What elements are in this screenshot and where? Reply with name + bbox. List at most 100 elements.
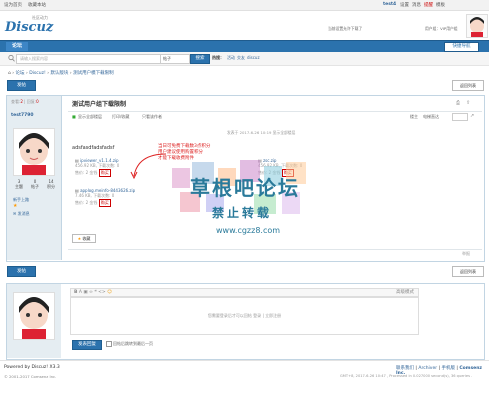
color-icon[interactable]: A bbox=[79, 290, 82, 295]
views-count: 查看:2 | 回复:0 bbox=[11, 99, 39, 104]
rank-star-icon: ★ bbox=[13, 203, 18, 209]
author-stats: 3 主题 0 帖子 14 积分 bbox=[15, 179, 55, 190]
bookmark-link[interactable]: 收藏本站 bbox=[28, 2, 46, 8]
editor-toolbar: B A ▣ ∞ ❝ <> ☺ 高级模式 bbox=[70, 288, 419, 297]
hot-search-label: 热搜： bbox=[212, 55, 224, 60]
attachment-item: ▤ applog.meinfo-8443626.zip 7.46 KB, 下载次… bbox=[75, 188, 135, 207]
attachment-price: 售价: 2 金钱 bbox=[75, 170, 98, 175]
hot-search-link-1[interactable]: 活动 bbox=[227, 55, 235, 61]
code-icon[interactable]: <> bbox=[98, 290, 106, 295]
svg-text:Discuz!: Discuz! bbox=[4, 20, 54, 35]
floor-input[interactable] bbox=[452, 113, 468, 121]
breadcrumb-section[interactable]: 默认版块 bbox=[50, 71, 68, 76]
discuz-logo[interactable]: Discuz! 社区动力 bbox=[4, 13, 59, 35]
reply-avatar bbox=[13, 292, 55, 340]
divider bbox=[68, 249, 482, 250]
footer-link-mobile[interactable]: 手机版 bbox=[441, 366, 455, 371]
top-bar: 设为首页 收藏本站 test4 设置 消息 提醒 模板 bbox=[0, 0, 489, 11]
breadcrumb-thread[interactable]: 测试用户模下载限制 bbox=[73, 71, 114, 76]
quick-nav-button[interactable]: 快捷导航 bbox=[444, 42, 479, 52]
hot-search-link-3[interactable]: discuz bbox=[247, 55, 260, 60]
thread-toolbar-2[interactable]: 打印/收藏 bbox=[112, 114, 129, 120]
star-icon: ★ bbox=[77, 236, 82, 241]
post-body: adsfasdfadsfadsf bbox=[72, 145, 115, 151]
attachment-price: 售价: 2 金钱 bbox=[75, 200, 98, 205]
bold-icon[interactable]: B bbox=[74, 290, 77, 295]
author-name[interactable]: test7790 bbox=[11, 113, 34, 118]
header-avatar[interactable] bbox=[466, 14, 488, 38]
favorite-label: 收藏 bbox=[82, 236, 91, 241]
thread-toolbar-1[interactable]: 显示全部楼层 bbox=[78, 114, 102, 120]
powered-by: Powered by Discuz! X3.3 bbox=[4, 365, 60, 370]
buy-button[interactable]: 购买 bbox=[98, 199, 111, 207]
footer-link-archiver[interactable]: Archiver bbox=[418, 366, 437, 371]
send-message-label: 发消息 bbox=[17, 211, 30, 216]
hot-search-link-2[interactable]: 交友 bbox=[237, 55, 245, 61]
share-icon[interactable]: ⇪ bbox=[466, 100, 470, 106]
search-input[interactable]: 请输入搜索内容 bbox=[16, 54, 161, 64]
author-avatar[interactable] bbox=[13, 128, 55, 176]
report-link[interactable]: 举报 bbox=[462, 251, 470, 257]
divider bbox=[68, 111, 482, 112]
watermark-title: 草根吧论坛 bbox=[190, 176, 300, 200]
author-avatar-icon bbox=[19, 133, 49, 175]
new-post-button-bottom[interactable]: 发帖 bbox=[7, 266, 36, 277]
breadcrumb: ⌂ › 论坛 › Discuz! › 默认版块 › 测试用户模下载限制 bbox=[8, 71, 114, 76]
jump-to-floor-label: 电梯直达 bbox=[423, 114, 439, 119]
link-icon[interactable]: ∞ bbox=[89, 290, 93, 295]
set-homepage-link[interactable]: 设为首页 bbox=[4, 2, 22, 8]
back-to-list-button-bottom[interactable]: 返回列表 bbox=[452, 266, 484, 277]
buy-button[interactable]: 购买 bbox=[98, 169, 111, 177]
thread-title: 测试用户组下载限制 bbox=[72, 101, 127, 108]
topbar-link-settings[interactable]: 设置 bbox=[400, 2, 409, 8]
reply-avatar-icon bbox=[19, 297, 49, 339]
svg-text:社区动力: 社区动力 bbox=[32, 14, 48, 20]
watermark-url: www.cgzz8.com bbox=[216, 226, 281, 235]
author-sidebar: 查看:2 | 回复:0 test7790 3 主题 0 帖子 14 积分 新手上路 ★… bbox=[7, 96, 62, 260]
search-type-select[interactable]: 帖子 bbox=[160, 54, 190, 64]
nav-forum-tab[interactable]: 论坛 bbox=[6, 42, 28, 51]
topbar-link-template[interactable]: 模板 bbox=[436, 2, 445, 8]
search-button[interactable]: 搜索 bbox=[190, 54, 210, 64]
stat-label: 帖子 bbox=[31, 184, 39, 189]
breadcrumb-forum[interactable]: 论坛 bbox=[16, 71, 25, 76]
favorite-button[interactable]: ★ 收藏 bbox=[72, 234, 96, 243]
topbar-link-messages[interactable]: 消息 bbox=[412, 2, 421, 8]
jump-arrow-icon[interactable]: ↗ bbox=[470, 113, 474, 119]
advanced-mode-link[interactable]: 高级模式 bbox=[396, 289, 418, 296]
breadcrumb-discuz[interactable]: Discuz! bbox=[29, 71, 46, 76]
notify-checkbox[interactable] bbox=[106, 341, 112, 347]
message-icon: ✉ bbox=[13, 211, 17, 216]
footer: Powered by Discuz! X3.3 © 2001-2017 Coms… bbox=[0, 360, 489, 401]
watermark-subtitle: 禁止转载 bbox=[212, 206, 273, 220]
server-time: GMT+8, 2017-6-26 10:47 , Processed in 0.… bbox=[340, 374, 473, 378]
username-link[interactable]: test4 bbox=[383, 2, 396, 7]
topbar-link-notices[interactable]: 提醒 bbox=[424, 2, 433, 8]
online-icon: ■ bbox=[72, 114, 76, 119]
home-icon[interactable]: ⌂ bbox=[8, 71, 11, 76]
header-notice: 当前设置允许下载了 bbox=[328, 26, 363, 31]
posted-time: 发表于 2017-6-26 10:19 显示全部楼层 bbox=[227, 130, 296, 135]
search-bar: 请输入搜索内容 帖子 搜索 热搜： 活动 交友 discuz bbox=[0, 52, 489, 66]
quote-icon[interactable]: ❝ bbox=[94, 290, 96, 295]
copyright: © 2001-2017 Comsenz Inc. bbox=[4, 374, 57, 379]
avatar-icon bbox=[470, 17, 484, 37]
print-icon[interactable]: ⎙ bbox=[456, 100, 460, 106]
search-icon bbox=[8, 54, 15, 62]
submit-reply-button[interactable]: 发表回复 bbox=[72, 340, 102, 350]
user-group-label: 用户组：VIP用户组 bbox=[425, 26, 458, 31]
thread-toolbar-3[interactable]: 只看该作者 bbox=[142, 114, 162, 120]
send-message-link[interactable]: ✉ 发消息 bbox=[13, 211, 30, 217]
stat-label: 主题 bbox=[15, 184, 23, 189]
logo-icon: Discuz! 社区动力 bbox=[4, 14, 59, 35]
floor-label: 楼主 bbox=[410, 114, 418, 119]
new-post-button[interactable]: 发帖 bbox=[7, 80, 36, 91]
image-icon[interactable]: ▣ bbox=[83, 290, 87, 295]
notify-label: 回帖后跳转到最后一页 bbox=[113, 341, 153, 346]
reply-textarea[interactable]: 您需要登录后才可以回帖 登录 | 立即注册 bbox=[70, 297, 419, 335]
smiley-icon[interactable]: ☺ bbox=[107, 290, 112, 295]
reply-placeholder: 您需要登录后才可以回帖 登录 | 立即注册 bbox=[207, 313, 282, 318]
back-to-list-button[interactable]: 返回列表 bbox=[452, 80, 484, 91]
stat-label: 积分 bbox=[47, 184, 55, 189]
main-nav: 论坛 快捷导航 bbox=[0, 40, 489, 52]
